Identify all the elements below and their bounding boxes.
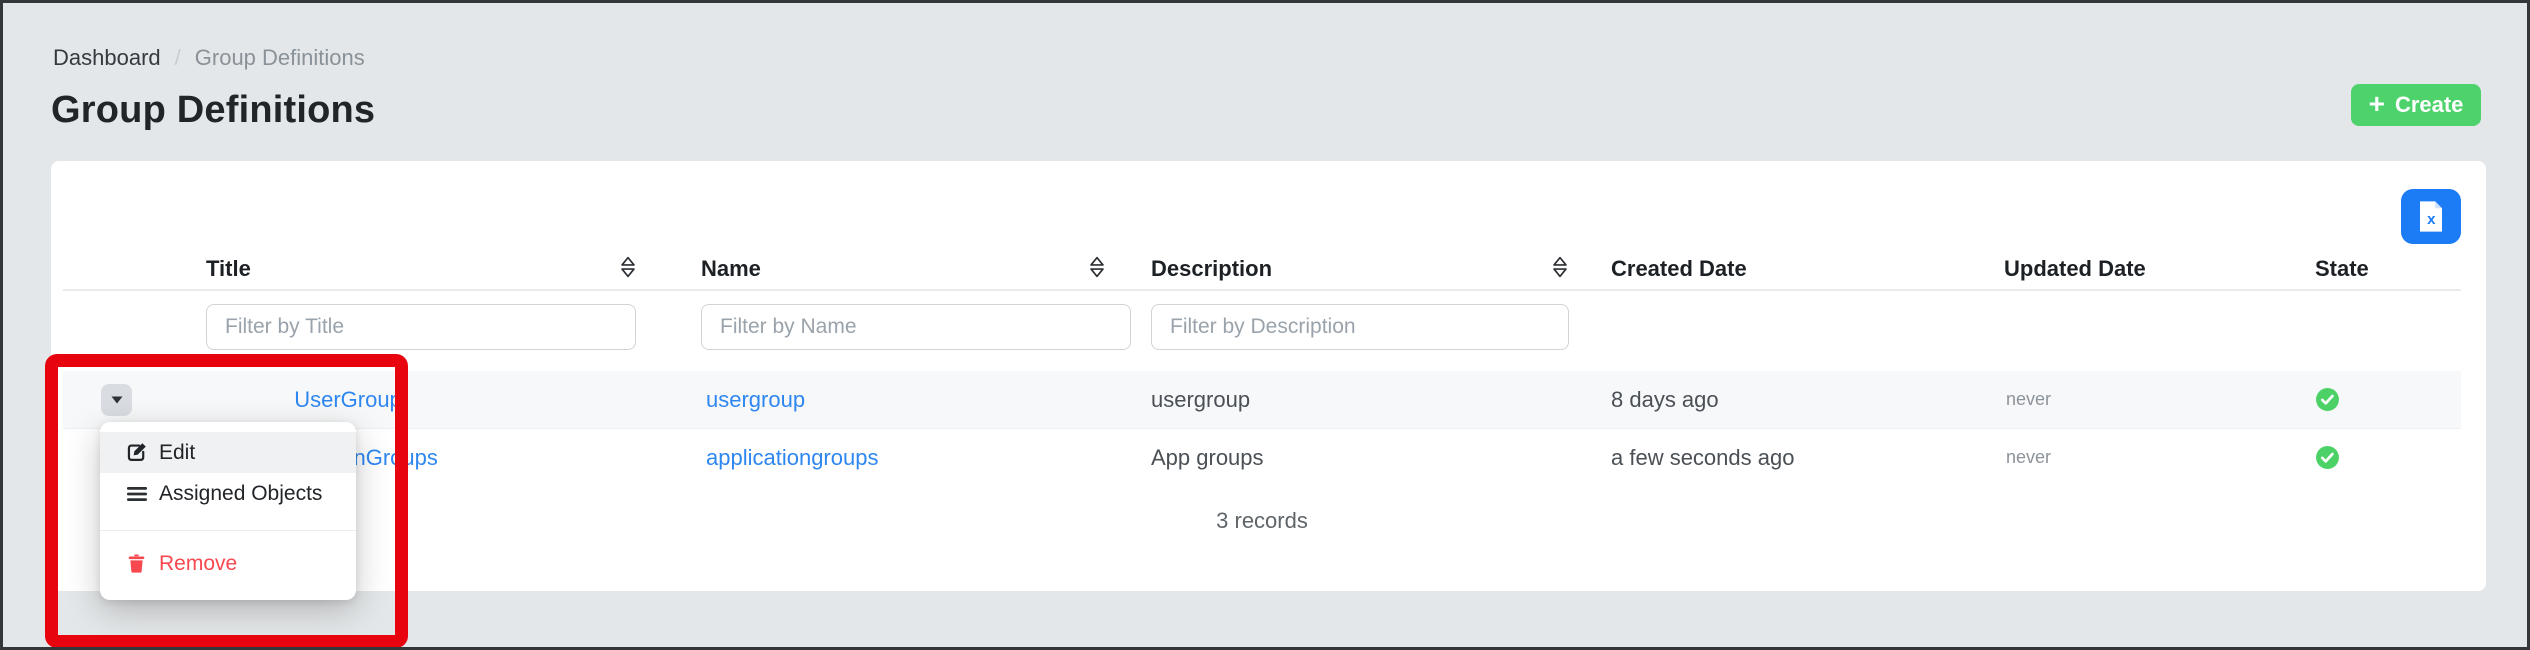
menu-divider <box>100 530 356 531</box>
row-name-link[interactable]: applicationgroups <box>706 429 878 486</box>
breadcrumb-separator: / <box>175 45 181 70</box>
row-name-link[interactable]: usergroup <box>706 371 805 428</box>
sort-icon-name[interactable] <box>1089 255 1105 279</box>
caret-down-icon <box>111 396 123 404</box>
column-header-updated-date: Updated Date <box>2004 251 2146 287</box>
header-divider <box>63 289 2461 291</box>
menu-item-assigned-objects[interactable]: Assigned Objects <box>100 473 356 514</box>
menu-item-label: Remove <box>159 552 237 576</box>
menu-item-label: Edit <box>159 441 195 465</box>
row-actions-toggle-button[interactable] <box>101 384 132 416</box>
row-updated-date: never <box>2006 371 2051 428</box>
breadcrumb-dashboard[interactable]: Dashboard <box>53 45 161 70</box>
row-updated-date: never <box>2006 429 2051 486</box>
sort-icon-description[interactable] <box>1552 255 1568 279</box>
list-icon <box>126 486 147 502</box>
row-actions-dropdown-menu: Edit Assigned Objects Remove <box>100 422 356 600</box>
column-header-description[interactable]: Description <box>1151 251 1272 287</box>
edit-icon <box>126 442 147 463</box>
create-button-label: Create <box>2395 92 2463 118</box>
breadcrumb: Dashboard / Group Definitions <box>53 45 365 71</box>
filter-description-input[interactable] <box>1151 304 1569 350</box>
excel-file-icon: x <box>2417 200 2445 233</box>
column-header-name[interactable]: Name <box>701 251 761 287</box>
row-created-date: a few seconds ago <box>1611 429 1794 486</box>
sort-icon-title[interactable] <box>620 255 636 279</box>
svg-text:x: x <box>2427 211 2436 228</box>
export-excel-button[interactable]: x <box>2401 189 2461 244</box>
trash-icon <box>126 554 147 573</box>
menu-item-edit[interactable]: Edit <box>100 432 356 473</box>
column-header-created-date: Created Date <box>1611 251 1747 287</box>
create-button[interactable]: + Create <box>2351 84 2481 126</box>
row-description: usergroup <box>1151 371 1250 428</box>
records-count: 3 records <box>63 485 2461 557</box>
filter-name-input[interactable] <box>701 304 1131 350</box>
check-circle-icon <box>2315 387 2340 411</box>
row-description: App groups <box>1151 429 1264 486</box>
filter-title-input[interactable] <box>206 304 636 350</box>
row-title-link[interactable]: UserGroup <box>183 371 513 428</box>
row-created-date: 8 days ago <box>1611 371 1719 428</box>
breadcrumb-group-definitions: Group Definitions <box>195 45 365 70</box>
plus-icon: + <box>2369 90 2385 118</box>
table-row: UserGroup usergroup usergroup 8 days ago… <box>63 371 2461 428</box>
check-circle-icon <box>2315 445 2340 469</box>
table-row: ApplicationGroups applicationgroups App … <box>63 428 2461 485</box>
page-title: Group Definitions <box>51 87 375 133</box>
menu-item-remove[interactable]: Remove <box>100 543 356 584</box>
menu-item-label: Assigned Objects <box>159 482 322 506</box>
column-header-title[interactable]: Title <box>206 251 251 287</box>
column-header-state: State <box>2315 251 2369 287</box>
app-window: Dashboard / Group Definitions Group Defini… <box>0 0 2530 650</box>
